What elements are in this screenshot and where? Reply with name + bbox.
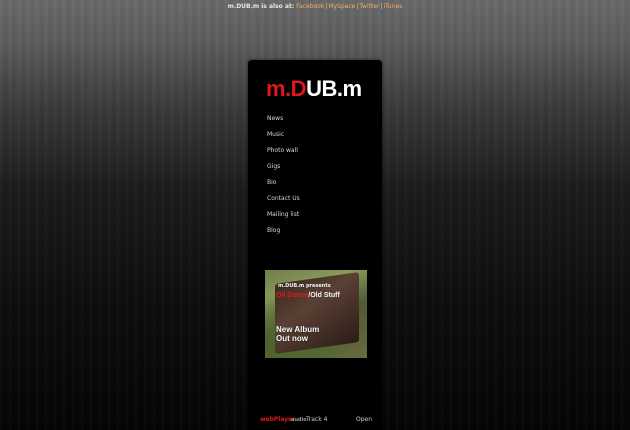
album-title: Oil Dance/Old Stuff xyxy=(276,292,340,299)
itunes-link[interactable]: iTunes xyxy=(384,3,403,10)
twitter-link[interactable]: Twitter xyxy=(359,3,379,10)
player-open-button[interactable]: Open xyxy=(356,416,372,423)
album-new-text: New Album Out now xyxy=(276,325,319,343)
album-promo-image[interactable]: m.DUB.m presents Oil Dance/Old Stuff New… xyxy=(265,270,367,358)
player-brand-sub: audio xyxy=(291,417,307,423)
album-new-line2: Out now xyxy=(276,334,308,343)
main-nav: News Music Photo wall Gigs Bio Contact U… xyxy=(267,114,300,242)
facebook-link[interactable]: Facebook xyxy=(296,3,324,10)
nav-item-bio[interactable]: Bio xyxy=(267,178,300,194)
myspace-link[interactable]: MySpace xyxy=(328,3,355,10)
nav-item-blog[interactable]: Blog xyxy=(267,226,300,242)
nav-item-music[interactable]: Music xyxy=(267,130,300,146)
main-panel: m.DUB.m News Music Photo wall Gigs Bio C… xyxy=(248,60,382,430)
album-title-red: Oil Dance xyxy=(276,292,309,299)
web-player-bar: webPlayer audio Track 4 Open xyxy=(260,414,372,427)
logo-white-part: UB.m xyxy=(306,76,362,101)
nav-item-news[interactable]: News xyxy=(267,114,300,130)
nav-item-gigs[interactable]: Gigs xyxy=(267,162,300,178)
album-title-white: /Old Stuff xyxy=(308,292,340,299)
logo-red-part: m.D xyxy=(266,76,307,101)
nav-item-contact-us[interactable]: Contact Us xyxy=(267,194,300,210)
site-logo[interactable]: m.DUB.m xyxy=(266,76,362,102)
nav-item-photo-wall[interactable]: Photo wall xyxy=(267,146,300,162)
nav-item-mailing-list[interactable]: Mailing list xyxy=(267,210,300,226)
player-brand: webPlayer xyxy=(260,416,296,423)
player-track-label: Track 4 xyxy=(306,416,328,423)
album-presents-text: m.DUB.m presents xyxy=(278,283,331,289)
social-intro-text: m.DUB.m is also at: xyxy=(227,3,295,10)
social-links-bar: m.DUB.m is also at: Facebook|MySpace|Twi… xyxy=(0,3,630,10)
album-new-line1: New Album xyxy=(276,325,320,334)
